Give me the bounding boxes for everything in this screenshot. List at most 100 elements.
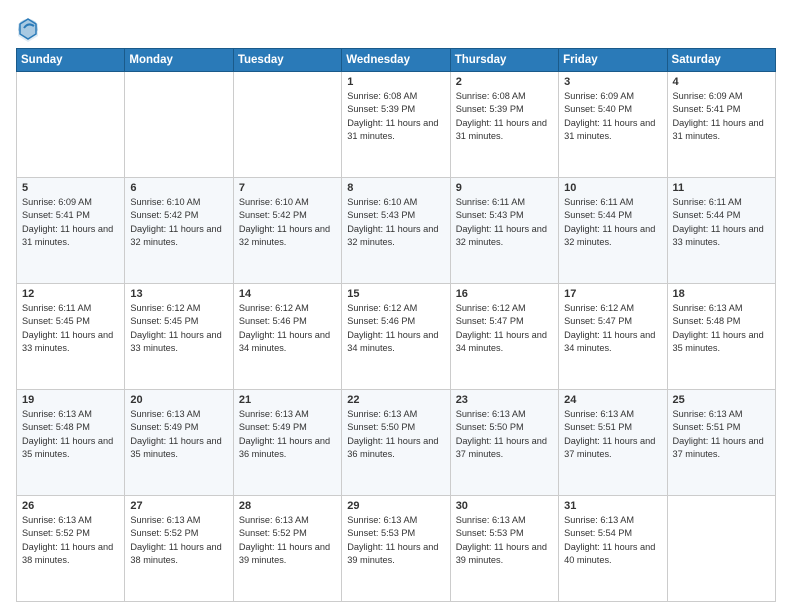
col-wednesday: Wednesday — [342, 49, 450, 72]
daylight-text: Daylight: 11 hours and 37 minutes. — [673, 435, 770, 462]
sunrise-text: Sunrise: 6:12 AM — [347, 302, 444, 315]
day-number: 3 — [564, 76, 661, 88]
daylight-text: Daylight: 11 hours and 31 minutes. — [22, 223, 119, 250]
sunset-text: Sunset: 5:50 PM — [456, 421, 553, 434]
daylight-text: Daylight: 11 hours and 39 minutes. — [456, 541, 553, 568]
calendar-cell: 22Sunrise: 6:13 AMSunset: 5:50 PMDayligh… — [342, 390, 450, 496]
day-info: Sunrise: 6:09 AMSunset: 5:41 PMDaylight:… — [22, 196, 119, 249]
sunset-text: Sunset: 5:52 PM — [239, 527, 336, 540]
day-info: Sunrise: 6:09 AMSunset: 5:40 PMDaylight:… — [564, 90, 661, 143]
calendar-cell: 30Sunrise: 6:13 AMSunset: 5:53 PMDayligh… — [450, 496, 558, 602]
sunset-text: Sunset: 5:52 PM — [22, 527, 119, 540]
day-info: Sunrise: 6:12 AMSunset: 5:45 PMDaylight:… — [130, 302, 227, 355]
daylight-text: Daylight: 11 hours and 32 minutes. — [239, 223, 336, 250]
sunrise-text: Sunrise: 6:13 AM — [130, 408, 227, 421]
col-saturday: Saturday — [667, 49, 775, 72]
day-number: 23 — [456, 394, 553, 406]
day-number: 30 — [456, 500, 553, 512]
daylight-text: Daylight: 11 hours and 31 minutes. — [673, 117, 770, 144]
day-number: 9 — [456, 182, 553, 194]
day-number: 11 — [673, 182, 770, 194]
calendar-cell: 1 Sunrise: 6:08 AMSunset: 5:39 PMDaylight… — [342, 72, 450, 178]
calendar-week-1: 1 Sunrise: 6:08 AMSunset: 5:39 PMDaylight… — [17, 72, 776, 178]
logo — [16, 16, 42, 44]
daylight-text: Daylight: 11 hours and 32 minutes. — [130, 223, 227, 250]
day-number: 31 — [564, 500, 661, 512]
day-info: Sunrise: 6:08 AMSunset: 5:39 PMDaylight:… — [456, 90, 553, 143]
sunrise-text: Sunrise: 6:13 AM — [130, 514, 227, 527]
day-number: 8 — [347, 182, 444, 194]
sunrise-text: Sunrise: 6:13 AM — [239, 408, 336, 421]
day-number: 2 — [456, 76, 553, 88]
calendar-cell — [233, 72, 341, 178]
col-sunday: Sunday — [17, 49, 125, 72]
day-info: Sunrise: 6:13 AMSunset: 5:48 PMDaylight:… — [22, 408, 119, 461]
day-number: 7 — [239, 182, 336, 194]
day-info: Sunrise: 6:10 AMSunset: 5:42 PMDaylight:… — [239, 196, 336, 249]
day-info: Sunrise: 6:12 AMSunset: 5:47 PMDaylight:… — [564, 302, 661, 355]
day-info: Sunrise: 6:13 AMSunset: 5:52 PMDaylight:… — [22, 514, 119, 567]
calendar-cell — [17, 72, 125, 178]
daylight-text: Daylight: 11 hours and 32 minutes. — [347, 223, 444, 250]
day-info: Sunrise: 6:13 AMSunset: 5:48 PMDaylight:… — [673, 302, 770, 355]
day-number: 24 — [564, 394, 661, 406]
calendar-cell: 16Sunrise: 6:12 AMSunset: 5:47 PMDayligh… — [450, 284, 558, 390]
sunset-text: Sunset: 5:41 PM — [22, 209, 119, 222]
sunset-text: Sunset: 5:40 PM — [564, 103, 661, 116]
sunrise-text: Sunrise: 6:13 AM — [347, 514, 444, 527]
daylight-text: Daylight: 11 hours and 31 minutes. — [564, 117, 661, 144]
sunrise-text: Sunrise: 6:12 AM — [239, 302, 336, 315]
daylight-text: Daylight: 11 hours and 32 minutes. — [456, 223, 553, 250]
calendar-week-5: 26Sunrise: 6:13 AMSunset: 5:52 PMDayligh… — [17, 496, 776, 602]
calendar-cell: 24Sunrise: 6:13 AMSunset: 5:51 PMDayligh… — [559, 390, 667, 496]
day-info: Sunrise: 6:12 AMSunset: 5:46 PMDaylight:… — [347, 302, 444, 355]
calendar-cell: 2 Sunrise: 6:08 AMSunset: 5:39 PMDaylight… — [450, 72, 558, 178]
calendar-cell: 10 Sunrise: 6:11 AMSunset: 5:44 PMDayligh… — [559, 178, 667, 284]
calendar-cell: 25Sunrise: 6:13 AMSunset: 5:51 PMDayligh… — [667, 390, 775, 496]
sunset-text: Sunset: 5:46 PM — [239, 315, 336, 328]
day-info: Sunrise: 6:08 AMSunset: 5:39 PMDaylight:… — [347, 90, 444, 143]
sunset-text: Sunset: 5:48 PM — [22, 421, 119, 434]
sunset-text: Sunset: 5:47 PM — [456, 315, 553, 328]
calendar-cell: 8 Sunrise: 6:10 AMSunset: 5:43 PMDaylight… — [342, 178, 450, 284]
page: Sunday Monday Tuesday Wednesday Thursday… — [0, 0, 792, 612]
daylight-text: Daylight: 11 hours and 33 minutes. — [130, 329, 227, 356]
calendar-cell: 27Sunrise: 6:13 AMSunset: 5:52 PMDayligh… — [125, 496, 233, 602]
calendar-cell — [667, 496, 775, 602]
day-number: 1 — [347, 76, 444, 88]
sunset-text: Sunset: 5:45 PM — [130, 315, 227, 328]
day-info: Sunrise: 6:13 AMSunset: 5:52 PMDaylight:… — [130, 514, 227, 567]
sunset-text: Sunset: 5:53 PM — [456, 527, 553, 540]
sunset-text: Sunset: 5:41 PM — [673, 103, 770, 116]
sunset-text: Sunset: 5:50 PM — [347, 421, 444, 434]
daylight-text: Daylight: 11 hours and 38 minutes. — [130, 541, 227, 568]
sunset-text: Sunset: 5:49 PM — [130, 421, 227, 434]
daylight-text: Daylight: 11 hours and 32 minutes. — [564, 223, 661, 250]
sunrise-text: Sunrise: 6:11 AM — [564, 196, 661, 209]
sunrise-text: Sunrise: 6:08 AM — [347, 90, 444, 103]
calendar-cell: 29Sunrise: 6:13 AMSunset: 5:53 PMDayligh… — [342, 496, 450, 602]
sunset-text: Sunset: 5:42 PM — [239, 209, 336, 222]
calendar-cell: 17Sunrise: 6:12 AMSunset: 5:47 PMDayligh… — [559, 284, 667, 390]
sunset-text: Sunset: 5:42 PM — [130, 209, 227, 222]
sunrise-text: Sunrise: 6:13 AM — [673, 408, 770, 421]
day-info: Sunrise: 6:10 AMSunset: 5:42 PMDaylight:… — [130, 196, 227, 249]
sunrise-text: Sunrise: 6:10 AM — [347, 196, 444, 209]
calendar-cell: 11Sunrise: 6:11 AMSunset: 5:44 PMDayligh… — [667, 178, 775, 284]
day-info: Sunrise: 6:10 AMSunset: 5:43 PMDaylight:… — [347, 196, 444, 249]
day-info: Sunrise: 6:13 AMSunset: 5:54 PMDaylight:… — [564, 514, 661, 567]
day-info: Sunrise: 6:13 AMSunset: 5:49 PMDaylight:… — [130, 408, 227, 461]
daylight-text: Daylight: 11 hours and 39 minutes. — [347, 541, 444, 568]
daylight-text: Daylight: 11 hours and 31 minutes. — [347, 117, 444, 144]
calendar-cell: 20Sunrise: 6:13 AMSunset: 5:49 PMDayligh… — [125, 390, 233, 496]
day-info: Sunrise: 6:13 AMSunset: 5:52 PMDaylight:… — [239, 514, 336, 567]
calendar-cell: 7 Sunrise: 6:10 AMSunset: 5:42 PMDaylight… — [233, 178, 341, 284]
day-number: 10 — [564, 182, 661, 194]
sunset-text: Sunset: 5:51 PM — [673, 421, 770, 434]
sunrise-text: Sunrise: 6:09 AM — [564, 90, 661, 103]
sunset-text: Sunset: 5:44 PM — [564, 209, 661, 222]
day-number: 26 — [22, 500, 119, 512]
day-number: 6 — [130, 182, 227, 194]
header — [16, 12, 776, 44]
sunrise-text: Sunrise: 6:12 AM — [456, 302, 553, 315]
